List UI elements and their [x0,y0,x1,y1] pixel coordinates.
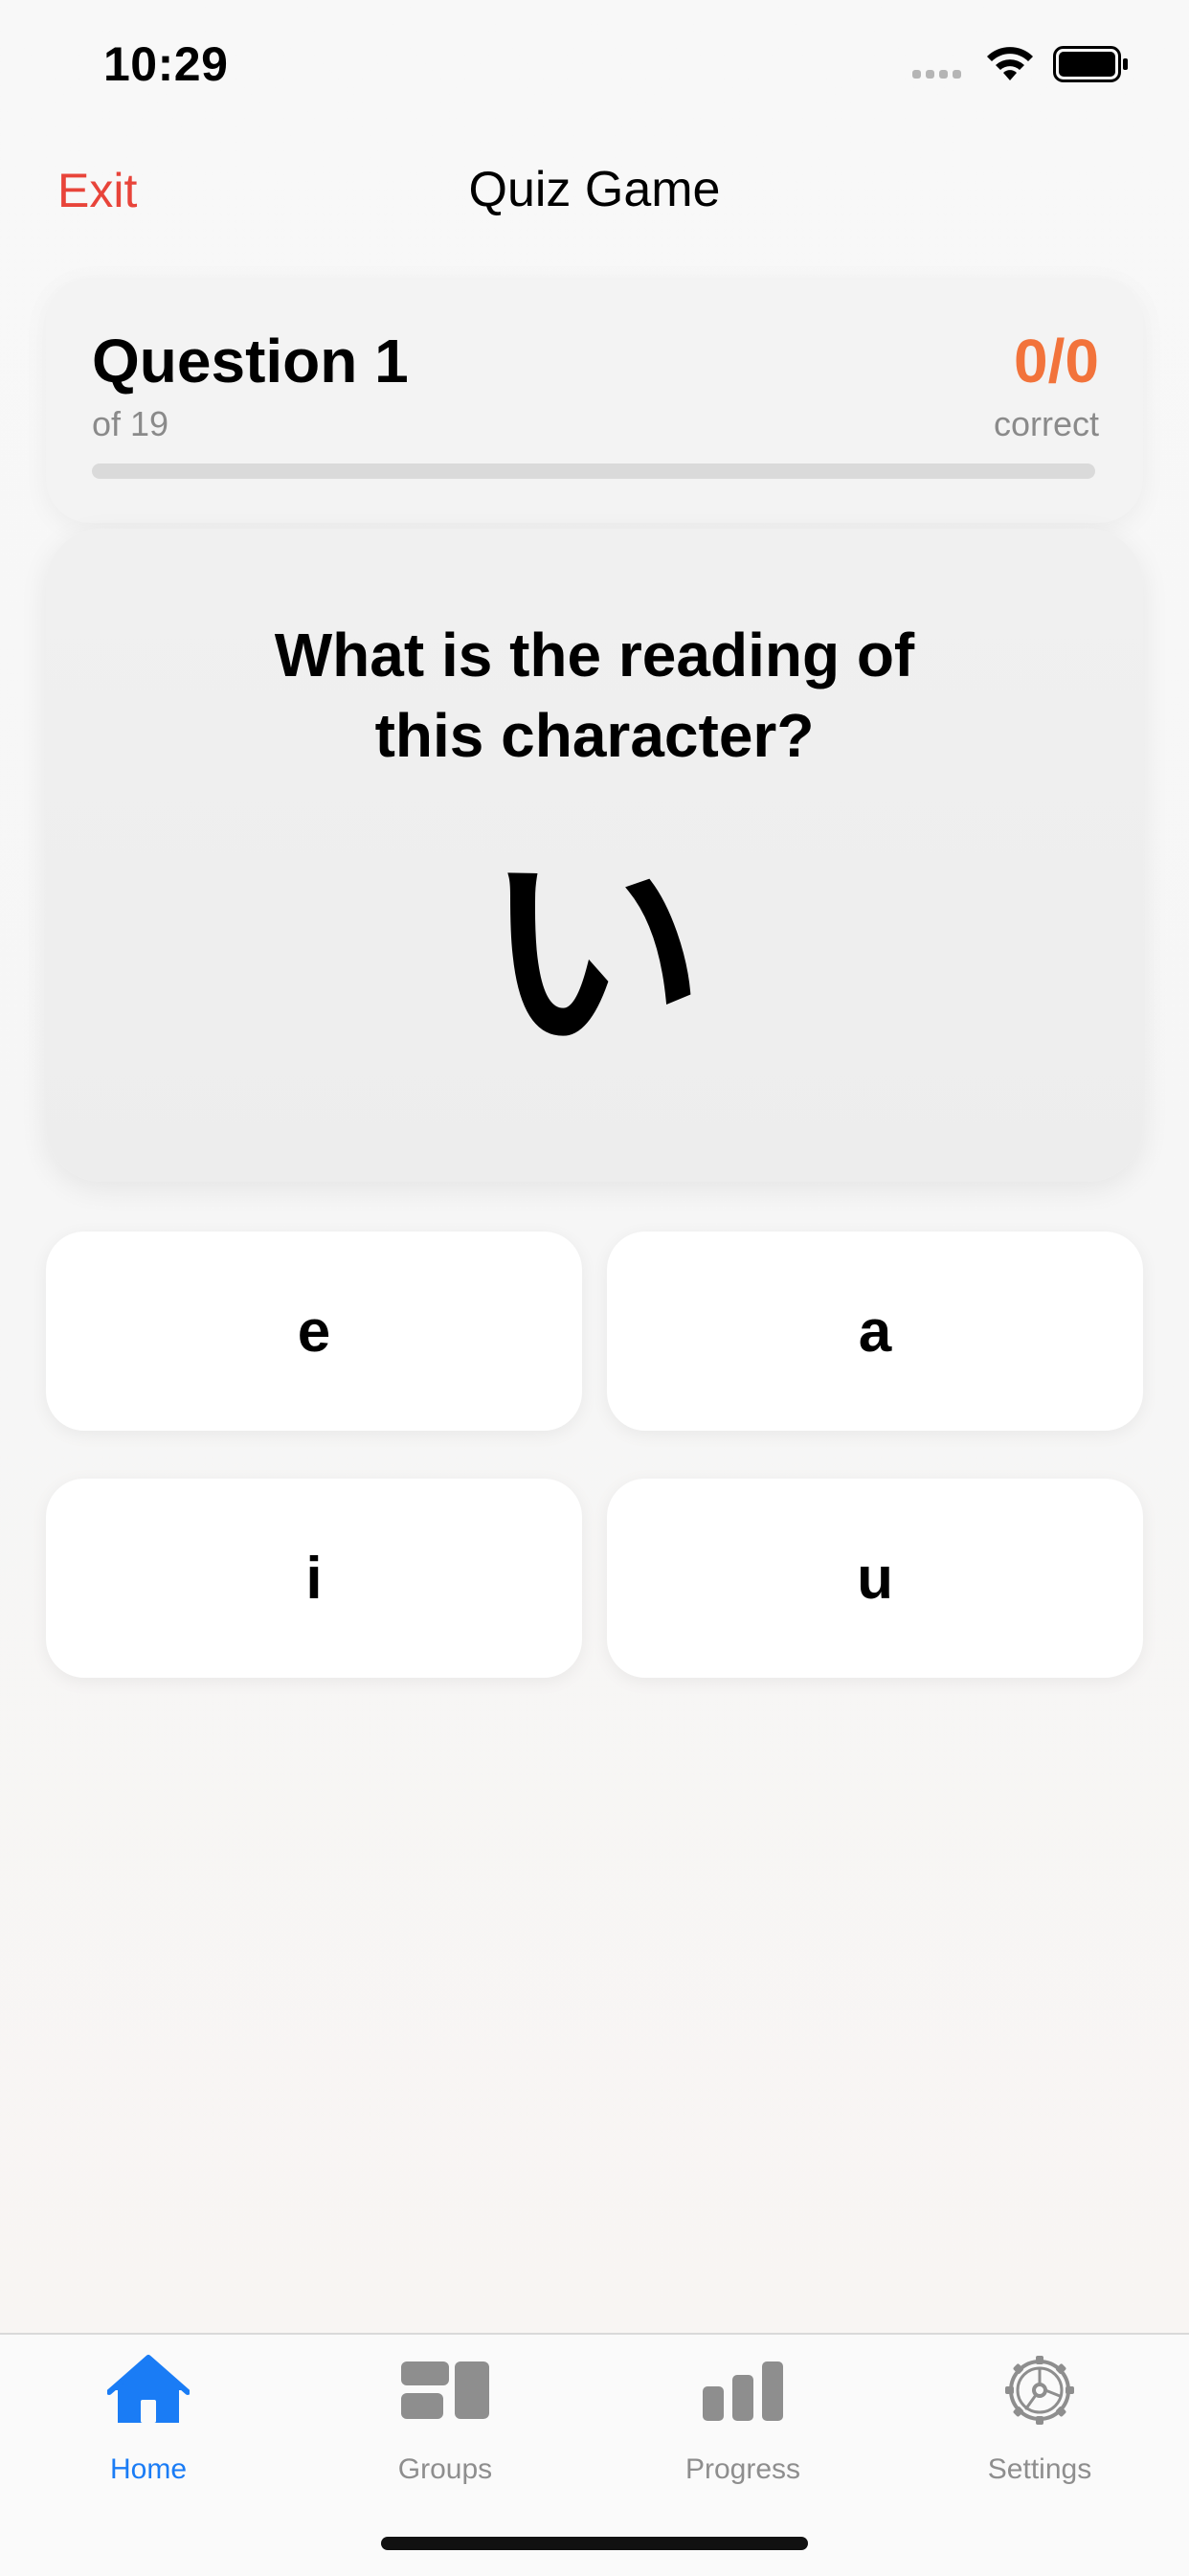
score-label: correct [993,404,1099,443]
tab-groups[interactable]: Groups [349,2352,541,2486]
tab-progress[interactable]: Progress [647,2352,839,2486]
answer-button-4[interactable]: u [607,1479,1143,1678]
home-indicator [381,2537,808,2550]
battery-icon [1053,46,1128,82]
page-title: Quiz Game [468,162,721,217]
question-character: い [483,831,705,1077]
score-value: 0/0 [1014,327,1099,395]
answer-button-2[interactable]: a [607,1232,1143,1431]
answer-button-3[interactable]: i [46,1479,582,1678]
question-prompt: What is the reading of this character? [274,621,915,770]
tab-label: Groups [397,2453,493,2485]
gear-icon [1005,2356,1074,2425]
wifi-icon [987,47,1033,80]
groups-icon [401,2361,489,2419]
tab-label: Home [109,2453,188,2485]
progress-bar [92,463,1095,479]
question-total: of 19 [92,404,169,443]
question-number: Question 1 [92,327,409,395]
tab-settings[interactable]: Settings [944,2352,1135,2486]
status-time: 10:29 [103,37,229,91]
chart-icon [703,2361,783,2421]
question-card: What is the reading of this character? い [46,529,1143,1182]
home-icon [107,2355,190,2423]
tab-label: Settings [987,2453,1092,2485]
tab-label: Progress [684,2453,801,2485]
tab-home[interactable]: Home [53,2352,244,2486]
cellular-signal-icon [912,70,961,79]
answer-button-1[interactable]: e [46,1232,582,1431]
progress-card: Question 1 of 19 0/0 correct [46,278,1143,523]
